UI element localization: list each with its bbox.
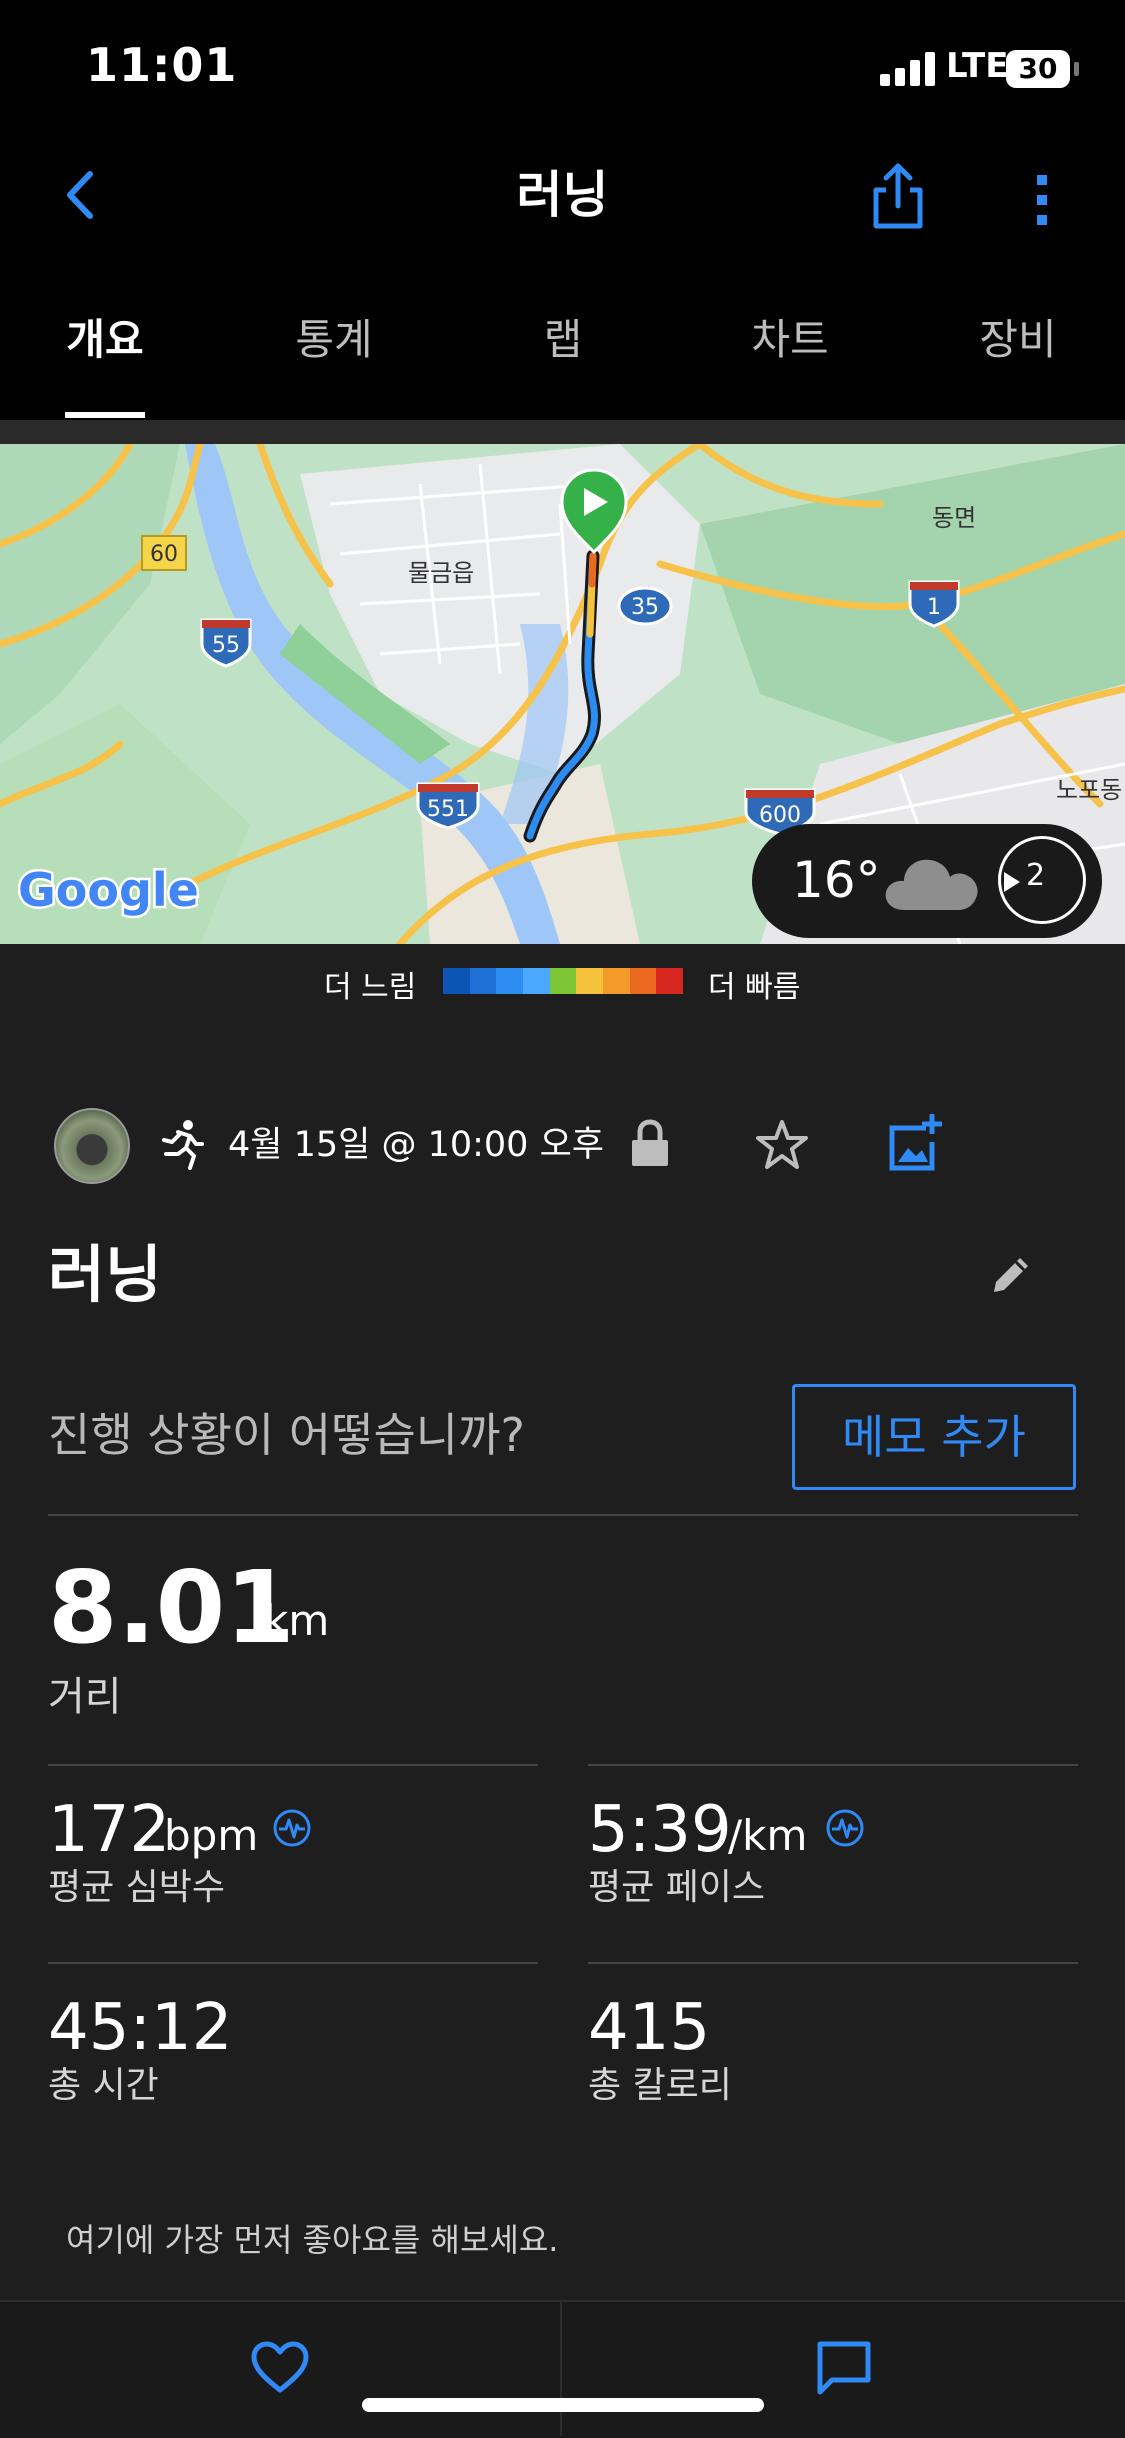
like-heart-icon[interactable] bbox=[250, 2340, 310, 2396]
divider bbox=[588, 1962, 1078, 1964]
more-options-icon[interactable] bbox=[1022, 165, 1062, 235]
divider bbox=[560, 2300, 562, 2436]
running-activity-icon bbox=[158, 1118, 204, 1170]
add-photo-icon[interactable] bbox=[888, 1112, 944, 1172]
svg-text:55: 55 bbox=[212, 633, 240, 658]
pace-info-icon[interactable] bbox=[825, 1808, 865, 1848]
road-shield-35: 35 bbox=[617, 586, 673, 626]
bottom-action-bar bbox=[0, 2300, 1125, 2438]
legend-swatch-0 bbox=[443, 968, 470, 994]
lock-icon[interactable] bbox=[630, 1118, 670, 1168]
legend-swatch-5 bbox=[576, 968, 604, 994]
battery-icon: 30 bbox=[1006, 50, 1070, 88]
tab-laps[interactable]: 랩 bbox=[483, 312, 643, 368]
legend-swatch-4 bbox=[549, 968, 577, 994]
signal-icon bbox=[880, 50, 936, 86]
legend-swatch-7 bbox=[629, 968, 657, 994]
legend-swatch-2 bbox=[496, 968, 524, 994]
avatar[interactable] bbox=[54, 1108, 130, 1184]
edit-icon[interactable] bbox=[990, 1252, 1034, 1296]
comment-icon[interactable] bbox=[816, 2340, 872, 2396]
tab-charts[interactable]: 차트 bbox=[710, 312, 870, 368]
svg-text:551: 551 bbox=[427, 797, 469, 822]
cloud-icon bbox=[882, 850, 982, 916]
legend-slower-label: 더 느림 bbox=[324, 970, 417, 1005]
legend-faster-label: 더 빠름 bbox=[708, 970, 801, 1005]
divider bbox=[48, 1962, 538, 1964]
like-prompt: 여기에 가장 먼저 좋아요를 해보세요. bbox=[66, 2221, 559, 2259]
tab-stats[interactable]: 통계 bbox=[254, 312, 414, 368]
wind-direction-icon bbox=[1004, 872, 1020, 892]
legend-swatch-3 bbox=[523, 968, 550, 994]
activity-title: 러닝 bbox=[48, 1238, 163, 1311]
distance-unit: km bbox=[264, 1596, 330, 1645]
add-note-button[interactable]: 메모 추가 bbox=[792, 1384, 1076, 1490]
divider bbox=[588, 1764, 1078, 1766]
svg-text:60: 60 bbox=[150, 542, 178, 567]
road-shield-60: 60 bbox=[141, 535, 187, 571]
tab-overview[interactable]: 개요 bbox=[25, 312, 185, 368]
pace-unit: /km bbox=[728, 1811, 808, 1860]
calories-label: 총 칼로리 bbox=[588, 2065, 732, 2106]
legend-swatch-8 bbox=[656, 968, 684, 994]
divider bbox=[48, 1764, 538, 1766]
status-time: 11:01 bbox=[86, 38, 238, 92]
tab-gear[interactable]: 장비 bbox=[938, 312, 1098, 368]
legend-swatch-1 bbox=[469, 968, 497, 994]
distance-label: 거리 bbox=[48, 1674, 122, 1720]
active-tab-indicator bbox=[65, 412, 145, 418]
network-label: LTE bbox=[946, 46, 1009, 86]
battery-tip bbox=[1074, 62, 1079, 76]
home-indicator bbox=[362, 2398, 764, 2412]
legend-swatch-6 bbox=[603, 968, 630, 994]
notes-prompt[interactable]: 진행 상황이 어떻습니까? bbox=[48, 1405, 525, 1465]
google-logo: Google bbox=[18, 863, 199, 917]
heart-rate-value: 172 bbox=[48, 1793, 171, 1867]
total-time-value: 45:12 bbox=[48, 1991, 233, 2065]
svg-text:1: 1 bbox=[927, 595, 941, 620]
weather-temperature: 16° bbox=[792, 851, 881, 909]
share-icon[interactable] bbox=[868, 160, 928, 232]
map-label-town3: 노포동 bbox=[1056, 776, 1122, 804]
total-time-label: 총 시간 bbox=[48, 2065, 159, 2106]
back-icon[interactable] bbox=[56, 160, 106, 230]
page-title: 러닝 bbox=[516, 166, 609, 224]
star-icon[interactable] bbox=[754, 1118, 810, 1172]
pace-color-legend bbox=[443, 968, 684, 994]
svg-text:35: 35 bbox=[631, 595, 659, 620]
wind-speed: 2 bbox=[1026, 858, 1046, 893]
map-label-town1: 물금읍 bbox=[408, 559, 474, 587]
activity-datetime: 4월 15일 @ 10:00 오후 bbox=[228, 1125, 604, 1165]
distance-value: 8.01 bbox=[48, 1549, 295, 1666]
calories-value: 415 bbox=[588, 1991, 711, 2065]
heart-rate-label: 평균 심박수 bbox=[48, 1867, 226, 1908]
svg-text:600: 600 bbox=[759, 803, 801, 828]
pace-label: 평균 페이스 bbox=[588, 1867, 766, 1908]
map-label-town2: 동면 bbox=[932, 504, 976, 532]
heart-rate-unit: bpm bbox=[164, 1811, 259, 1860]
section-divider bbox=[0, 420, 1125, 444]
heart-rate-info-icon[interactable] bbox=[272, 1808, 312, 1848]
divider bbox=[48, 1514, 1078, 1516]
pace-value: 5:39 bbox=[588, 1793, 732, 1867]
